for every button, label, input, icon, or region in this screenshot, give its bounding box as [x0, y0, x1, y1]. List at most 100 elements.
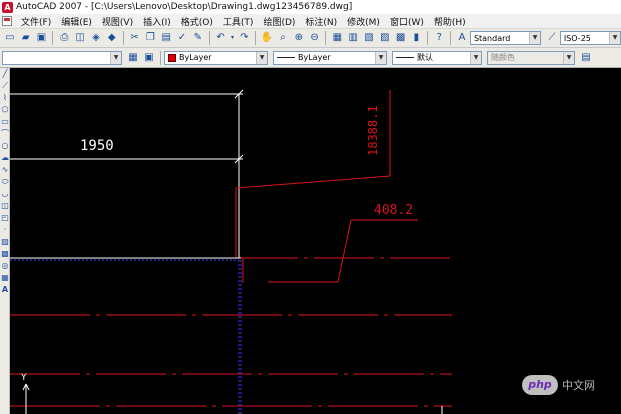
dim-label-1950: 1950: [80, 138, 114, 154]
toolbar-separator: [255, 31, 257, 45]
new-icon[interactable]: ▭: [3, 31, 17, 45]
menu-file[interactable]: 文件(F): [16, 15, 56, 28]
chevron-down-icon[interactable]: ▼: [529, 32, 541, 44]
gradient-icon[interactable]: ▩: [0, 248, 10, 260]
circle-icon[interactable]: ○: [0, 140, 10, 152]
chevron-down-icon[interactable]: ▼: [256, 51, 267, 64]
spline-icon[interactable]: ∿: [0, 164, 10, 176]
zoom-realtime-icon[interactable]: ⌕: [276, 31, 290, 45]
dim-style-icon: ⟋: [548, 32, 556, 43]
menu-format[interactable]: 格式(O): [176, 15, 218, 28]
chevron-down-icon[interactable]: ▼: [609, 32, 621, 44]
toolbar-separator: [325, 31, 327, 45]
menu-tools[interactable]: 工具(T): [218, 15, 259, 28]
draw-toolbar: ╱ ⟋ ⌇ ⬠ ▭ ⌒ ○ ☁ ∿ ⬭ ◡ ◫ ◰ · ▨ ▩ ◎ ▦ A: [0, 68, 10, 414]
print-icon[interactable]: ⎙: [57, 31, 71, 45]
zoom-previous-icon[interactable]: ⊖: [308, 31, 322, 45]
layer-previous-icon[interactable]: ▣: [142, 51, 156, 65]
sheet-set-icon[interactable]: ▨: [378, 31, 392, 45]
polyline-icon[interactable]: ⌇: [0, 92, 10, 104]
construction-line-icon[interactable]: ⟋: [0, 80, 10, 92]
linetype-sample: [277, 57, 295, 58]
markup-icon[interactable]: ▩: [394, 31, 408, 45]
ucs-icon: [22, 383, 30, 414]
rectangle-icon[interactable]: ▭: [0, 116, 10, 128]
menu-view[interactable]: 视图(V): [97, 15, 138, 28]
save-icon[interactable]: ▣: [35, 31, 49, 45]
paste-icon[interactable]: ▤: [159, 31, 173, 45]
menu-modify[interactable]: 修改(M): [342, 15, 385, 28]
chevron-down-icon[interactable]: ▼: [375, 51, 386, 64]
help-icon[interactable]: ?: [432, 31, 446, 45]
region-icon[interactable]: ◎: [0, 260, 10, 272]
line-icon[interactable]: ╱: [0, 68, 10, 80]
dim-style-value: ISO-25: [563, 33, 591, 43]
cut-icon[interactable]: ✂: [128, 31, 142, 45]
document-icon[interactable]: [2, 16, 12, 26]
menu-draw[interactable]: 绘图(D): [258, 15, 300, 28]
chevron-down-icon[interactable]: ▼: [470, 51, 481, 64]
preview-icon[interactable]: ◫: [73, 31, 87, 45]
lineweight-value: 默认: [417, 53, 433, 62]
make-block-icon[interactable]: ◰: [0, 212, 10, 224]
chevron-down-icon[interactable]: ▼: [563, 51, 574, 64]
ellipse-icon[interactable]: ⬭: [0, 176, 10, 188]
table-icon[interactable]: ▦: [0, 272, 10, 284]
title-bar: A AutoCAD 2007 - [C:\Users\Lenovo\Deskto…: [0, 0, 621, 14]
menu-edit[interactable]: 编辑(E): [56, 15, 97, 28]
layout-icon[interactable]: ▤: [579, 51, 593, 65]
menu-window[interactable]: 窗口(W): [385, 15, 429, 28]
dropdown-arrow-icon[interactable]: ▾: [230, 31, 236, 45]
ucs-axis-label: Y: [20, 373, 27, 383]
dim-label-408-2: 408.2: [374, 203, 413, 218]
layers-properties-toolbar: ▼ ▦ ▣ ByLayer ▼ ByLayer ▼ 默认 ▼ 随颜色 ▼ ▤: [0, 48, 621, 68]
polygon-icon[interactable]: ⬠: [0, 104, 10, 116]
plot-icon[interactable]: ◆: [105, 31, 119, 45]
brush-icon[interactable]: ✎: [191, 31, 205, 45]
menu-insert[interactable]: 插入(I): [138, 15, 176, 28]
redo-icon[interactable]: ↷: [237, 31, 251, 45]
watermark-text: 中文网: [562, 379, 595, 392]
menu-help[interactable]: 帮助(H): [429, 15, 471, 28]
toolbar-separator: [160, 50, 161, 65]
calculator-icon[interactable]: ▮: [410, 31, 424, 45]
tool-palettes-icon[interactable]: ▧: [362, 31, 376, 45]
match-icon[interactable]: ✓: [175, 31, 189, 45]
open-icon[interactable]: ▰: [19, 31, 33, 45]
properties-icon[interactable]: ▦: [330, 31, 344, 45]
standard-toolbar: ▭ ▰ ▣ ⎙ ◫ ◈ ◆ ✂ ❐ ▤ ✓ ✎ ↶ ▾ ↷ ✋ ⌕ ⊕ ⊖ ▦ …: [0, 29, 621, 48]
design-center-icon[interactable]: ▥: [346, 31, 360, 45]
zoom-window-icon[interactable]: ⊕: [292, 31, 306, 45]
layer-manager-icon[interactable]: ▦: [126, 51, 140, 65]
point-icon[interactable]: ·: [0, 224, 10, 236]
undo-icon[interactable]: ↶: [214, 31, 228, 45]
multiline-text-icon[interactable]: A: [0, 284, 10, 296]
hatch-icon[interactable]: ▨: [0, 236, 10, 248]
pan-icon[interactable]: ✋: [260, 31, 274, 45]
layer-select[interactable]: ▼: [2, 50, 122, 65]
plotstyle-select[interactable]: 随颜色 ▼: [487, 50, 575, 65]
arc-icon[interactable]: ⌒: [0, 128, 10, 140]
revision-cloud-icon[interactable]: ☁: [0, 152, 10, 164]
chevron-down-icon[interactable]: ▼: [110, 51, 121, 64]
color-swatch: [168, 53, 176, 62]
ellipse-arc-icon[interactable]: ◡: [0, 188, 10, 200]
publish-icon[interactable]: ◈: [89, 31, 103, 45]
lineweight-select[interactable]: 默认 ▼: [392, 50, 482, 65]
php-logo: php: [522, 375, 558, 395]
text-style-value: Standard: [473, 33, 511, 43]
text-style-select[interactable]: Standard ▼: [469, 31, 542, 45]
window-title: AutoCAD 2007 - [C:\Users\Lenovo\Desktop\…: [16, 2, 353, 12]
menu-bar: 文件(F) 编辑(E) 视图(V) 插入(I) 格式(O) 工具(T) 绘图(D…: [0, 14, 621, 29]
plotstyle-value: 随颜色: [491, 53, 515, 62]
drawing-canvas[interactable]: 1950 408.2 18388.1 Y: [10, 68, 621, 414]
dim-label-18388-1: 18388.1: [366, 105, 380, 156]
insert-block-icon[interactable]: ◫: [0, 200, 10, 212]
linetype-select[interactable]: ByLayer ▼: [273, 50, 387, 65]
menu-dimension[interactable]: 标注(N): [300, 15, 342, 28]
red-leader-408-slant: [337, 219, 352, 283]
copy-icon[interactable]: ❐: [143, 31, 157, 45]
color-select[interactable]: ByLayer ▼: [164, 50, 268, 65]
toolbar-separator: [122, 31, 124, 45]
dim-style-select[interactable]: ISO-25 ▼: [559, 31, 621, 45]
